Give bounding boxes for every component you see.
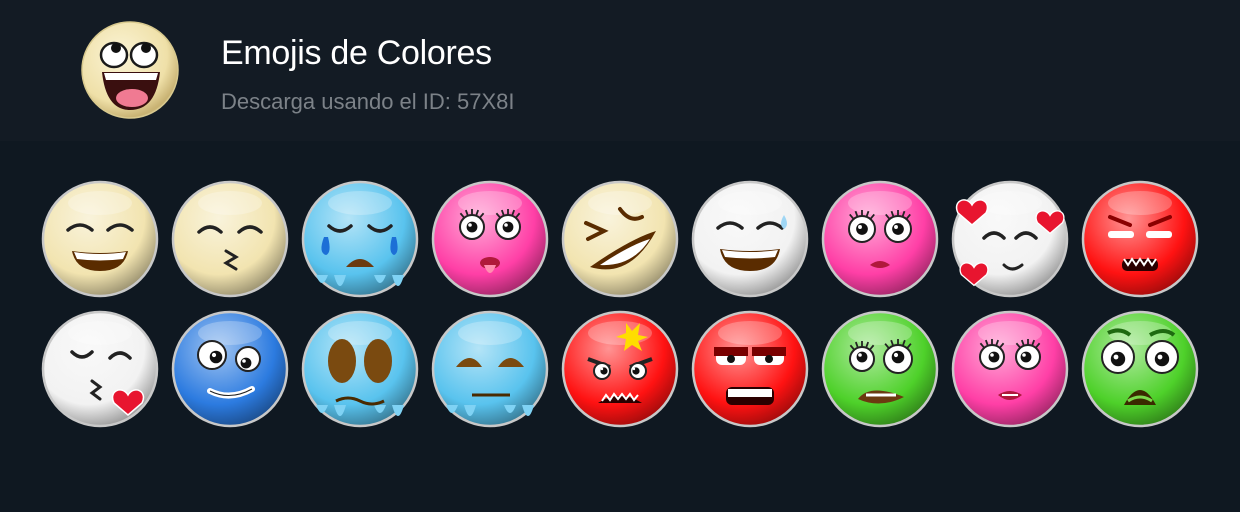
pack-header: Emojis de Colores Descarga usando el ID:… [0, 0, 1240, 141]
green-zombie-emoji[interactable] [1080, 309, 1200, 429]
pack-subtitle: Descarga usando el ID: 57X8I [221, 89, 515, 114]
green-nauseated-emoji[interactable] [820, 309, 940, 429]
emoji-grid [40, 179, 1210, 431]
pink-tongue-out-emoji[interactable] [430, 179, 550, 299]
red-angry-teeth-emoji[interactable] [1080, 179, 1200, 299]
pink-surprised-lips-emoji[interactable] [820, 179, 940, 299]
awesome-face-icon [80, 20, 180, 120]
red-anger-symbol-icon [561, 310, 679, 428]
cold-big-eyes-icon [301, 310, 419, 428]
white-kiss-heart-emoji[interactable] [40, 309, 160, 429]
pink-lip-bite-emoji[interactable] [950, 309, 1070, 429]
white-smiling-hearts-emoji[interactable] [950, 179, 1070, 299]
cold-big-eyes-emoji[interactable] [300, 309, 420, 429]
blue-grimacing-emoji[interactable] [170, 309, 290, 429]
laughing-squinting-icon [561, 180, 679, 298]
green-nauseated-icon [821, 310, 939, 428]
pink-surprised-lips-icon [821, 180, 939, 298]
cold-unamused-emoji[interactable] [430, 309, 550, 429]
pink-lip-bite-icon [951, 310, 1069, 428]
blue-grimacing-icon [171, 310, 289, 428]
kissing-smiling-eyes-emoji[interactable] [170, 179, 290, 299]
cold-face-tears-emoji[interactable] [300, 179, 420, 299]
green-zombie-icon [1081, 310, 1199, 428]
pink-tongue-out-icon [431, 180, 549, 298]
grinning-smiling-eyes-icon [41, 180, 159, 298]
white-smiling-hearts-icon [951, 180, 1069, 298]
red-tired-teeth-emoji[interactable] [690, 309, 810, 429]
white-kiss-heart-icon [41, 310, 159, 428]
white-grinning-sweat-emoji[interactable] [690, 179, 810, 299]
laughing-squinting-emoji[interactable] [560, 179, 680, 299]
red-angry-teeth-icon [1081, 180, 1199, 298]
cold-face-tears-icon [301, 180, 419, 298]
kissing-smiling-eyes-icon [171, 180, 289, 298]
red-tired-teeth-icon [691, 310, 809, 428]
cold-unamused-icon [431, 310, 549, 428]
white-grinning-sweat-icon [691, 180, 809, 298]
grinning-smiling-eyes-emoji[interactable] [40, 179, 160, 299]
red-anger-symbol-emoji[interactable] [560, 309, 680, 429]
pack-title: Emojis de Colores [221, 34, 492, 72]
